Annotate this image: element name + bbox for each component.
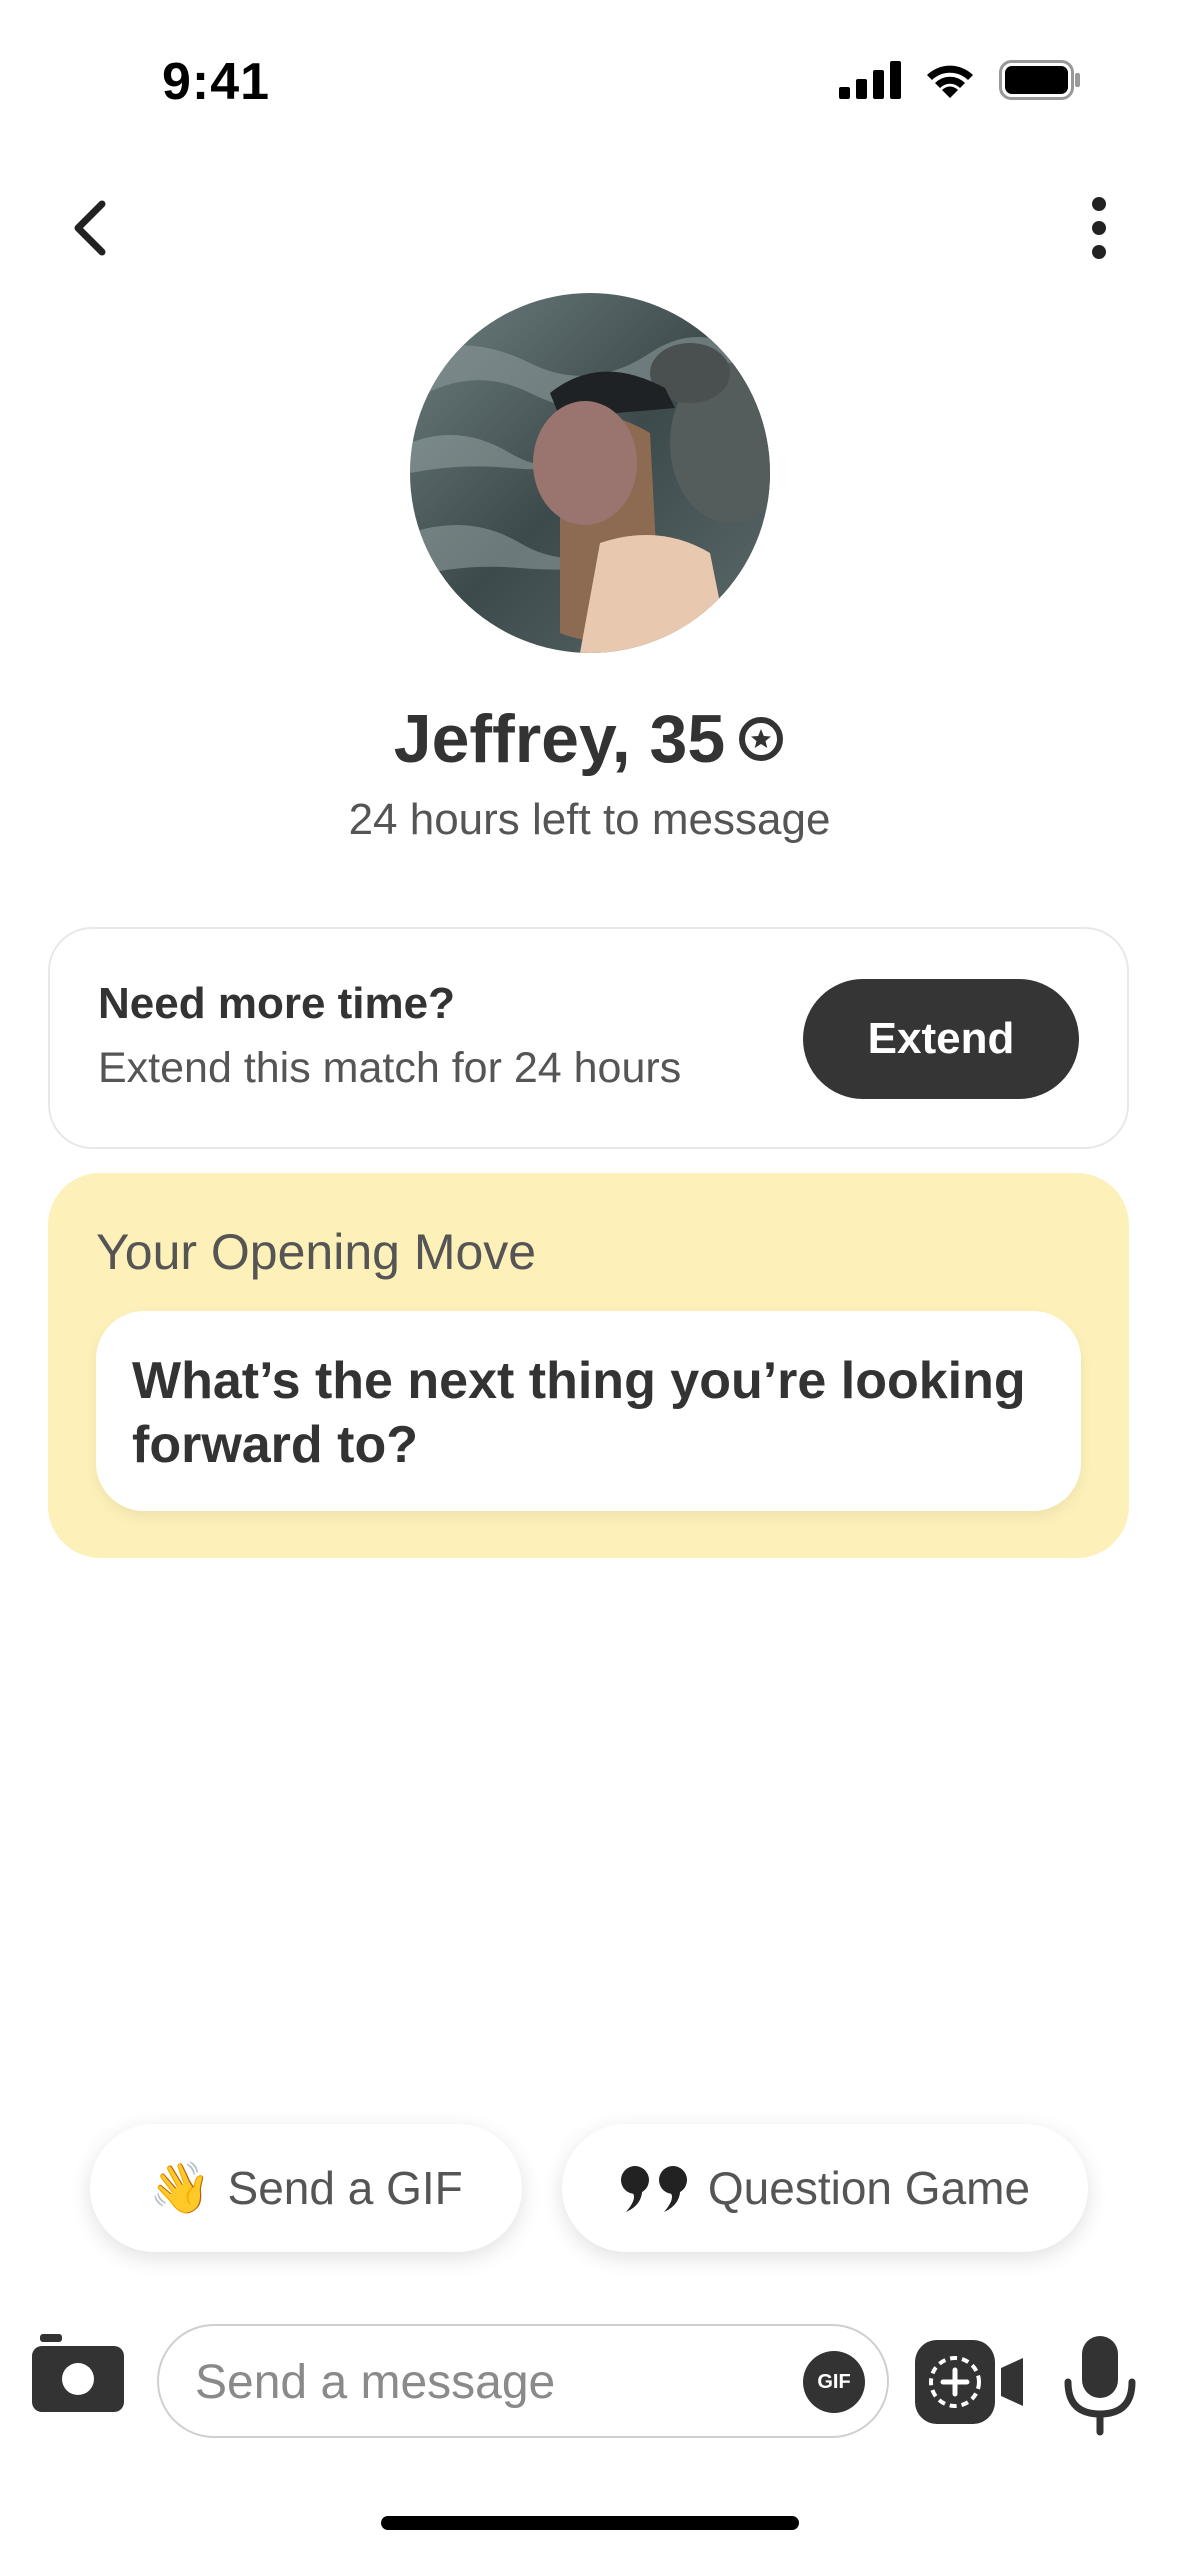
quote-icon <box>620 2166 687 2212</box>
extend-card-subtitle: Extend this match for 24 hours <box>98 1044 682 1092</box>
avatar-photo <box>410 293 770 653</box>
camera-icon <box>32 2334 124 2412</box>
extend-card-title: Need more time? <box>98 979 455 1028</box>
waving-hand-icon: 👋 <box>149 2159 212 2216</box>
question-game-label: Question Game <box>707 2162 1031 2214</box>
verified-badge-icon[interactable] <box>737 715 785 763</box>
back-button[interactable] <box>50 188 130 268</box>
profile-name-row: Jeffrey, 35 <box>0 700 1179 778</box>
send-gif-chip[interactable]: 👋 Send a GIF <box>90 2124 522 2252</box>
profile-avatar[interactable] <box>410 293 770 653</box>
gif-button[interactable]: GIF <box>803 2351 865 2413</box>
extend-match-card: Need more time? Extend this match for 24… <box>48 927 1129 1149</box>
message-input-container: GIF <box>157 2324 889 2438</box>
chevron-left-icon <box>74 200 106 256</box>
opening-move-question: What’s the next thing you’re looking for… <box>132 1352 1026 1474</box>
home-indicator <box>381 2516 799 2530</box>
camera-button[interactable] <box>32 2334 124 2414</box>
opening-move-title: Your Opening Move <box>96 1224 537 1280</box>
profile-name: Jeffrey, 35 <box>393 701 726 777</box>
more-options-button[interactable] <box>1059 188 1139 268</box>
opening-move-card: Your Opening Move What’s the next thing … <box>48 1173 1129 1558</box>
microphone-button[interactable] <box>1062 2336 1138 2436</box>
video-note-button[interactable] <box>915 2340 1027 2424</box>
video-camera-plus-icon <box>915 2340 1023 2424</box>
vertical-dots-icon <box>1092 197 1106 259</box>
opening-move-bubble[interactable]: What’s the next thing you’re looking for… <box>96 1311 1081 1511</box>
question-game-chip[interactable]: Question Game <box>562 2124 1088 2252</box>
status-time: 9:41 <box>162 53 271 111</box>
status-bar: 9:41 <box>0 0 1179 170</box>
battery-icon <box>999 60 1080 100</box>
wifi-icon <box>927 65 973 98</box>
time-left-text: 24 hours left to message <box>348 795 831 844</box>
cellular-signal-icon <box>839 61 901 99</box>
status-icons <box>839 60 1081 100</box>
message-input[interactable] <box>193 2326 757 2438</box>
send-gif-label: Send a GIF <box>227 2162 463 2214</box>
extend-button[interactable]: Extend <box>803 979 1079 1099</box>
microphone-icon <box>1064 2336 1136 2436</box>
